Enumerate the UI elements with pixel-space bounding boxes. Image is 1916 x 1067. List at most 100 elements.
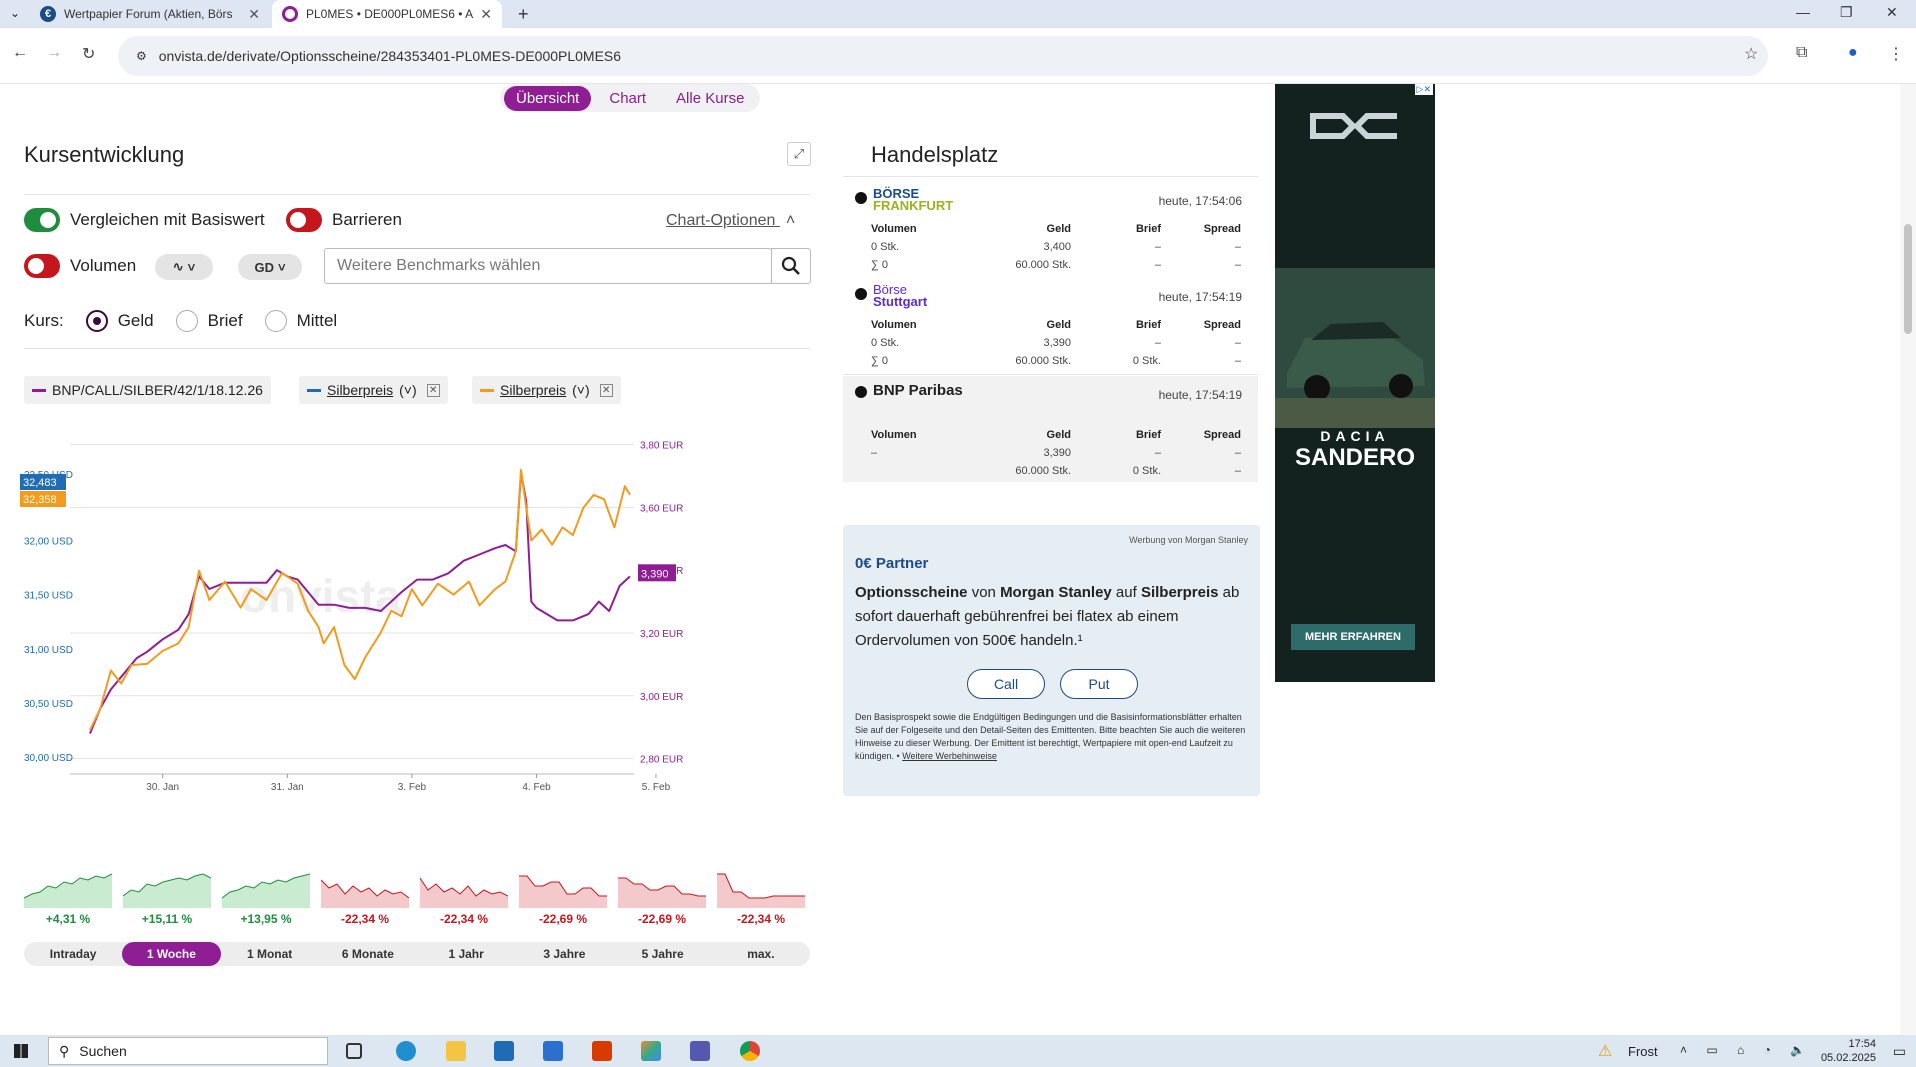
compare-toggle[interactable]: Vergleichen mit Basiswert bbox=[24, 208, 265, 232]
period-sparkline[interactable]: +15,11 % bbox=[123, 868, 211, 926]
teams-icon[interactable] bbox=[690, 1041, 710, 1061]
ad-banner[interactable]: ▷✕ DACIA SANDERO MEHR ERFAHREN bbox=[1275, 84, 1435, 682]
clock[interactable]: 17:54 05.02.2025 bbox=[1821, 1037, 1876, 1065]
search-button[interactable] bbox=[771, 248, 811, 284]
toggle-switch[interactable] bbox=[24, 208, 60, 232]
range-option[interactable]: 6 Monate bbox=[319, 942, 417, 966]
store-icon[interactable] bbox=[543, 1041, 563, 1061]
advertising-notes-link[interactable]: Weitere Werbehinweise bbox=[902, 751, 997, 761]
barrier-toggle[interactable]: Barrieren bbox=[286, 208, 402, 232]
close-tab-icon[interactable]: ✕ bbox=[480, 6, 492, 23]
range-option[interactable]: 5 Jahre bbox=[614, 942, 712, 966]
notification-icon[interactable]: ▭ bbox=[1893, 1043, 1906, 1060]
browser-tabbar: ⌄ € Wertpapier Forum (Aktien, Börs ✕ O P… bbox=[0, 0, 1916, 28]
weather-warning-icon[interactable]: ⚠ bbox=[1598, 1041, 1612, 1061]
price-chart[interactable]: 2,80 EUR 3,00 EUR 3,20 EUR 3,60 EUR 3,80 EUR… bbox=[20, 412, 820, 862]
period-sparkline[interactable]: -22,69 % bbox=[519, 868, 607, 926]
explorer-icon[interactable] bbox=[446, 1041, 466, 1061]
bookmark-star-icon[interactable]: ☆ bbox=[1744, 44, 1758, 64]
tab-uebersicht[interactable]: Übersicht bbox=[504, 85, 592, 111]
mail-icon[interactable] bbox=[494, 1041, 514, 1061]
page-scrollbar[interactable] bbox=[1900, 84, 1916, 1035]
close-window-icon[interactable]: ✕ bbox=[1886, 4, 1898, 21]
venue-block[interactable]: BÖRSE FRANKFURT heute, 17:54:06 Volumen Geld… bbox=[843, 182, 1258, 278]
tab-chart[interactable]: Chart bbox=[597, 86, 658, 111]
legend-dropdown[interactable]: (˅) bbox=[399, 382, 417, 398]
left-axis-tick: 30,00 USD bbox=[24, 753, 73, 764]
profile-icon[interactable]: ● bbox=[1848, 44, 1858, 62]
toggle-switch[interactable] bbox=[24, 254, 60, 278]
venue-table: Volumen Geld Brief Spread –3,390– – 60.000 Stk… bbox=[871, 426, 1241, 480]
weather-label[interactable]: Frost bbox=[1628, 1044, 1658, 1059]
close-tab-icon[interactable]: ✕ bbox=[248, 6, 260, 23]
range-option[interactable]: 3 Jahre bbox=[515, 942, 613, 966]
put-button[interactable]: Put bbox=[1060, 669, 1138, 699]
radio-geld[interactable] bbox=[85, 310, 108, 332]
period-sparkline[interactable]: -22,69 % bbox=[618, 868, 706, 926]
forward-icon[interactable]: → bbox=[46, 44, 62, 62]
gd-dropdown[interactable]: GD ˅ bbox=[238, 254, 302, 280]
remove-icon[interactable]: ✕ bbox=[426, 383, 440, 397]
page-content: Übersicht Chart Alle Kurse Kursentwicklu… bbox=[0, 84, 1900, 1035]
back-icon[interactable]: ← bbox=[12, 44, 28, 62]
address-bar-area: ← → ↻ ⚙ onvista.de/derivate/Optionsschei… bbox=[0, 28, 1916, 84]
venue-block[interactable]: BNP Paribas heute, 17:54:19 Volumen Geld Bri… bbox=[843, 376, 1258, 482]
task-view-icon[interactable] bbox=[346, 1043, 362, 1059]
range-option[interactable]: 1 Monat bbox=[221, 942, 319, 966]
legend-swatch bbox=[480, 388, 494, 392]
range-option[interactable]: 1 Woche bbox=[122, 942, 221, 966]
period-sparkline[interactable]: +13,95 % bbox=[222, 868, 310, 926]
volume-toggle[interactable]: Volumen bbox=[24, 254, 136, 278]
site-info-icon[interactable]: ⚙ bbox=[136, 49, 147, 63]
edge-icon[interactable] bbox=[396, 1041, 416, 1061]
toggle-switch[interactable] bbox=[286, 208, 322, 232]
radio-brief[interactable] bbox=[175, 310, 198, 332]
period-sparkline[interactable]: -22,34 % bbox=[420, 868, 508, 926]
period-sparkline[interactable]: +4,31 % bbox=[24, 868, 112, 926]
x-axis-tick: 30. Jan bbox=[146, 782, 179, 793]
radio-mittel[interactable] bbox=[264, 310, 287, 332]
range-option[interactable]: Intraday bbox=[24, 942, 122, 966]
reload-icon[interactable]: ↻ bbox=[82, 44, 95, 64]
legend-chip-warrant: BNP/CALL/SILBER/42/1/18.12.26 bbox=[24, 376, 271, 404]
expand-icon[interactable]: ⤢ bbox=[787, 142, 811, 166]
legend-link[interactable]: Silberpreis bbox=[500, 382, 566, 398]
tab-list-icon[interactable]: ⌄ bbox=[10, 6, 20, 20]
radio-mittel-label: Mittel bbox=[296, 311, 338, 330]
chart-options-link[interactable]: Chart-Optionen ˄ bbox=[666, 212, 795, 230]
scroll-thumb[interactable] bbox=[1904, 224, 1912, 334]
tab-alle-kurse[interactable]: Alle Kurse bbox=[664, 86, 756, 111]
period-sparkline[interactable]: -22,34 % bbox=[717, 868, 805, 926]
period-performance-strip: +4,31 % +15,11 % +13,95 % -22,34 % -22,34 % -… bbox=[24, 868, 805, 926]
badge-text: 3,390 bbox=[641, 568, 669, 580]
windows-start-icon[interactable] bbox=[14, 1044, 28, 1058]
ad-cta-button[interactable]: MEHR ERFAHREN bbox=[1291, 624, 1415, 650]
call-button[interactable]: Call bbox=[967, 669, 1045, 699]
promo-text-part: von bbox=[967, 584, 1001, 601]
legend-dropdown[interactable]: (˅) bbox=[572, 382, 590, 398]
taskbar-search-input[interactable]: ⚲ Suchen bbox=[48, 1037, 328, 1065]
browser-tab-onvista[interactable]: O PL0MES • DE000PL0MES6 • Akti ✕ bbox=[272, 0, 502, 28]
minimize-icon[interactable]: — bbox=[1796, 4, 1810, 20]
office-icon[interactable] bbox=[592, 1041, 612, 1061]
chart-type-dropdown[interactable]: ∿ ˅ bbox=[155, 254, 213, 280]
range-option[interactable]: 1 Jahr bbox=[417, 942, 515, 966]
menu-icon[interactable]: ⋮ bbox=[1888, 44, 1904, 64]
benchmark-search-input[interactable]: Weitere Benchmarks wählen bbox=[324, 248, 772, 284]
legend-link[interactable]: Silberpreis bbox=[327, 382, 393, 398]
remove-icon[interactable]: ✕ bbox=[599, 383, 613, 397]
restore-icon[interactable]: ❐ bbox=[1840, 4, 1853, 21]
new-tab-icon[interactable]: + bbox=[518, 4, 529, 25]
range-option[interactable]: max. bbox=[712, 942, 810, 966]
url-field[interactable]: ⚙ onvista.de/derivate/Optionsscheine/284… bbox=[118, 36, 1768, 76]
period-sparkline[interactable]: -22,34 % bbox=[321, 868, 409, 926]
browser-tab-forum[interactable]: € Wertpapier Forum (Aktien, Börs ✕ bbox=[30, 0, 270, 28]
ad-brand: DACIA SANDERO bbox=[1275, 428, 1435, 472]
app-icon[interactable] bbox=[641, 1041, 661, 1061]
chrome-icon[interactable] bbox=[740, 1041, 760, 1061]
extensions-icon[interactable]: ⧉ bbox=[1796, 44, 1807, 62]
venue-block[interactable]: Börse Stuttgart heute, 17:54:19 Volumen Geld… bbox=[843, 278, 1258, 374]
ad-brand-big: SANDERO bbox=[1294, 444, 1415, 471]
ad-info-icon[interactable]: ▷✕ bbox=[1414, 84, 1433, 95]
tray-icons[interactable]: ˄ ▭ ⌂ ◔ 🔈 bbox=[1680, 1043, 1813, 1057]
